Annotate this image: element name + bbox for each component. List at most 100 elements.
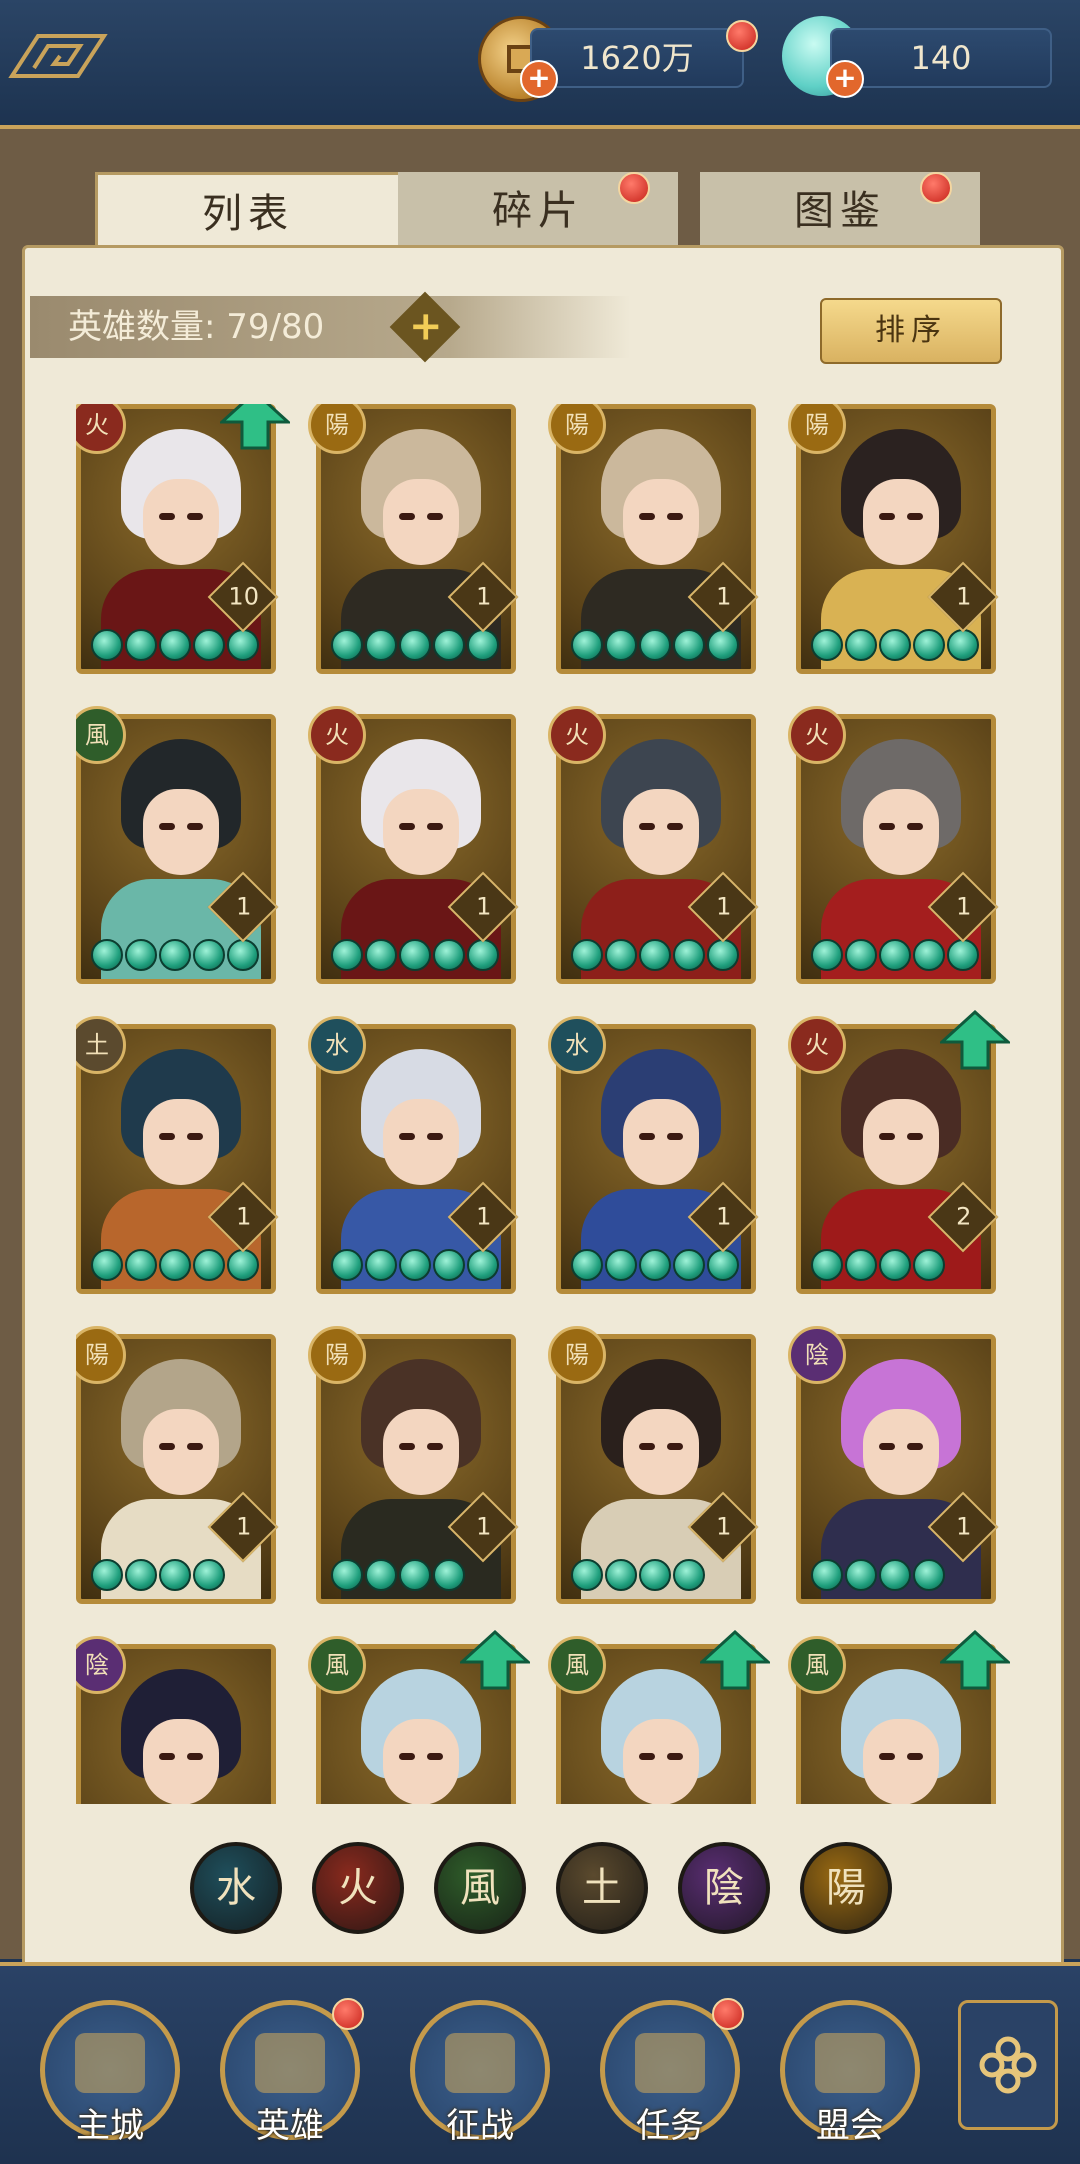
hero-card[interactable]: 1陽 — [308, 404, 519, 674]
star-rank — [571, 1249, 739, 1283]
hero-card[interactable]: 風 — [788, 1630, 1010, 1804]
top-bar: 1620万 + 140 + — [0, 0, 1080, 129]
hero-level-value: 1 — [236, 892, 252, 921]
element-badge: 風 — [308, 1636, 366, 1694]
star-orb-icon — [811, 1559, 843, 1591]
plus-icon: + — [408, 303, 443, 350]
star-orb-icon — [639, 629, 671, 661]
hero-eye — [667, 823, 683, 830]
star-rank — [811, 629, 979, 663]
star-orb-icon — [639, 939, 671, 971]
star-orb-icon — [947, 629, 979, 661]
hero-face — [623, 1099, 699, 1185]
hero-card[interactable]: 10 火 — [76, 404, 290, 674]
star-orb-icon — [845, 939, 877, 971]
hero-face — [383, 479, 459, 565]
hero-face — [863, 1099, 939, 1185]
upgrade-arrow-icon — [940, 1010, 1010, 1070]
star-orb-icon — [365, 939, 397, 971]
star-orb-icon — [913, 1249, 945, 1281]
star-rank — [571, 1559, 705, 1593]
hero-eye — [907, 1133, 923, 1140]
star-orb-icon — [811, 629, 843, 661]
element-filter-button[interactable]: 陽 — [800, 1842, 892, 1934]
element-filter-button[interactable]: 水 — [190, 1842, 282, 1934]
element-filter-button[interactable]: 土 — [556, 1842, 648, 1934]
add-coins-button[interactable]: + — [520, 60, 558, 98]
hero-eye — [879, 823, 895, 830]
hero-count-value: 79/80 — [226, 307, 325, 347]
star-orb-icon — [365, 629, 397, 661]
star-orb-icon — [91, 939, 123, 971]
hero-card[interactable]: 1水 — [308, 1016, 519, 1294]
hero-card[interactable]: 1火 — [308, 706, 519, 984]
coin-balance: 1620万 — [530, 28, 744, 88]
hero-card[interactable]: 1陽 — [76, 1326, 279, 1604]
hero-card[interactable]: 2火 — [788, 1010, 1010, 1294]
hero-card[interactable]: 1陽 — [548, 404, 759, 674]
star-orb-icon — [673, 939, 705, 971]
nav-label: 英雄 — [256, 2106, 324, 2146]
hero-card[interactable]: 1土 — [76, 1016, 279, 1294]
hero-eye — [427, 1133, 443, 1140]
hero-card[interactable]: 1陰 — [788, 1326, 999, 1604]
hero-card[interactable]: 1火 — [788, 706, 999, 984]
hero-level-value: 1 — [716, 892, 732, 921]
add-gems-button[interactable]: + — [826, 60, 864, 98]
hero-face — [623, 1719, 699, 1804]
star-rank — [91, 629, 259, 663]
nav-label: 任务 — [636, 2106, 704, 2146]
hero-eye — [187, 823, 203, 830]
tab-list[interactable]: 列表 — [95, 172, 401, 253]
hero-count-bar: 英雄数量: 79/80 — [30, 296, 630, 358]
hero-card[interactable]: 1陽 — [548, 1326, 759, 1604]
sort-button[interactable]: 排序 — [820, 298, 1002, 364]
element-filter-button[interactable]: 火 — [312, 1842, 404, 1934]
fragments-notification-dot — [618, 172, 650, 204]
hero-eye — [639, 513, 655, 520]
flower-menu-icon — [979, 2036, 1037, 2094]
star-orb-icon — [159, 939, 191, 971]
hero-card[interactable]: 1水 — [548, 1016, 759, 1294]
star-orb-icon — [159, 1559, 191, 1591]
element-filter-button[interactable]: 風 — [434, 1842, 526, 1934]
star-orb-icon — [605, 629, 637, 661]
star-orb-icon — [639, 1249, 671, 1281]
hero-level-value: 1 — [236, 1202, 252, 1231]
star-rank — [811, 939, 979, 973]
hero-face — [863, 1719, 939, 1804]
hero-card[interactable]: 1風 — [76, 706, 279, 984]
hero-eye — [399, 823, 415, 830]
element-filter-button[interactable]: 陰 — [678, 1842, 770, 1934]
hero-eye — [427, 823, 443, 830]
more-menu-button[interactable] — [958, 2000, 1058, 2130]
hero-count-label: 英雄数量: — [68, 307, 216, 347]
element-badge: 風 — [548, 1636, 606, 1694]
hero-level-value: 1 — [476, 1202, 492, 1231]
element-badge: 風 — [788, 1636, 846, 1694]
hero-eye — [907, 1443, 923, 1450]
star-orb-icon — [91, 629, 123, 661]
hero-card[interactable]: 1火 — [548, 706, 759, 984]
star-orb-icon — [433, 629, 465, 661]
hero-eye — [187, 1753, 203, 1760]
hero-card[interactable]: 風 — [308, 1630, 530, 1804]
hero-card[interactable]: 風 — [548, 1630, 770, 1804]
hero-level-value: 1 — [236, 1512, 252, 1541]
star-orb-icon — [571, 1249, 603, 1281]
element-badge: 火 — [788, 1016, 846, 1074]
star-orb-icon — [811, 1249, 843, 1281]
hero-eye — [639, 1443, 655, 1450]
nav-label: 盟会 — [816, 2106, 884, 2146]
hero-level-value: 1 — [716, 582, 732, 611]
hero-card[interactable]: 1陽 — [308, 1326, 519, 1604]
hero-face — [383, 789, 459, 875]
hero-eye — [907, 823, 923, 830]
star-orb-icon — [227, 1249, 259, 1281]
hero-eye — [159, 1133, 175, 1140]
hero-face — [623, 479, 699, 565]
hero-card[interactable]: 1陽 — [788, 404, 999, 674]
star-orb-icon — [467, 629, 499, 661]
hero-card[interactable]: 陰 — [76, 1636, 276, 1804]
star-orb-icon — [913, 629, 945, 661]
